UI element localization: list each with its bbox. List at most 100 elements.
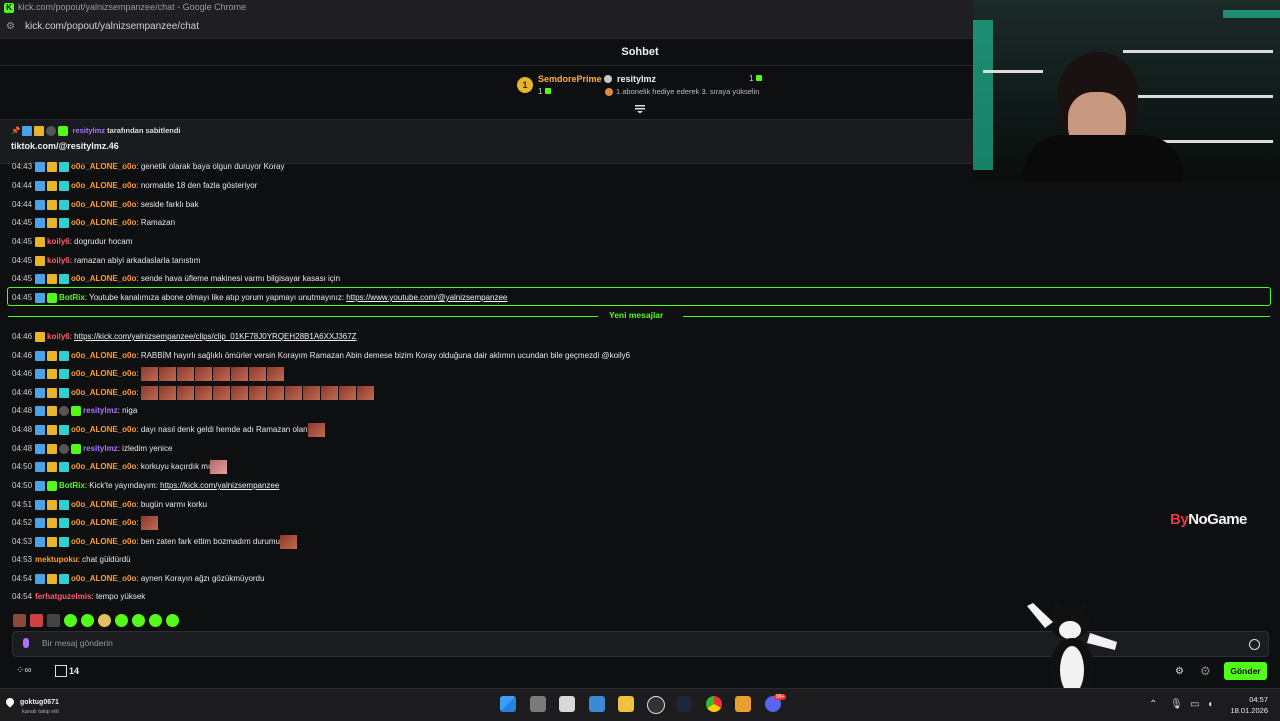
emote-icon[interactable] — [115, 614, 128, 628]
message-username[interactable]: resitylmz — [83, 406, 118, 415]
chat-message[interactable]: 04:54 o0o_ALONE_o0o: aynen Korayın ağzı g… — [12, 572, 264, 586]
message-username[interactable]: o0o_ALONE_o0o — [71, 351, 136, 360]
chat-message[interactable]: 04:52 o0o_ALONE_o0o: — [12, 516, 159, 530]
emote-icon[interactable] — [13, 614, 26, 628]
system-clock[interactable]: 04:57 18.01.2026 — [1228, 694, 1268, 716]
message-username[interactable]: o0o_ALONE_o0o — [71, 274, 136, 283]
photos-app-icon[interactable] — [589, 696, 605, 712]
chat-input-placeholder[interactable]: Bir mesaj gönderin — [42, 638, 113, 648]
chat-message[interactable]: 04:44 o0o_ALONE_o0o: normalde 18 den fazl… — [12, 179, 257, 193]
chat-emote-icon[interactable] — [284, 386, 302, 400]
chrome-icon[interactable] — [706, 696, 722, 712]
chat-emote-icon[interactable] — [212, 386, 230, 400]
chat-message[interactable]: 04:45 o0o_ALONE_o0o: sende hava üfleme ma… — [12, 272, 340, 286]
cog-icon[interactable]: ⚙ — [1200, 664, 1211, 678]
chat-message[interactable]: 04:45 BotRix: Youtube kanalımıza abone ol… — [12, 291, 507, 305]
chat-message[interactable]: 04:50 BotRix: Kick'te yayındayım: https:/… — [12, 479, 279, 493]
message-username[interactable]: o0o_ALONE_o0o — [71, 200, 136, 209]
file-explorer-icon[interactable] — [618, 696, 634, 712]
chat-emote-icon[interactable] — [158, 367, 176, 381]
message-username[interactable]: o0o_ALONE_o0o — [71, 537, 136, 546]
microphone-icon[interactable] — [23, 638, 29, 648]
chat-message[interactable]: 04:48 resitylmz: niga — [12, 404, 137, 418]
chat-emote-icon[interactable] — [176, 386, 194, 400]
message-username[interactable]: ferhatguzelmis — [35, 592, 91, 601]
message-username[interactable]: o0o_ALONE_o0o — [71, 388, 136, 397]
steam-icon[interactable] — [676, 696, 692, 712]
quick-emote-bar[interactable] — [13, 612, 183, 628]
message-username[interactable]: o0o_ALONE_o0o — [71, 518, 136, 527]
chat-message[interactable]: 04:45 o0o_ALONE_o0o: Ramazan — [12, 216, 175, 230]
emote-icon[interactable] — [47, 614, 60, 628]
message-username[interactable]: mektupoku — [35, 555, 78, 564]
second-leader-name[interactable]: resitylmz — [617, 74, 656, 84]
chat-emote-icon[interactable] — [158, 386, 176, 400]
chat-message[interactable]: 04:44 o0o_ALONE_o0o: seside farklı bak — [12, 198, 199, 212]
chat-emote-icon[interactable] — [302, 386, 320, 400]
chat-emote-icon[interactable] — [176, 367, 194, 381]
windows-start-icon[interactable] — [500, 696, 516, 712]
media-player-icon[interactable] — [735, 696, 751, 712]
chat-message[interactable]: 04:54 ferhatguzelmis: tempo yüksek — [12, 590, 145, 604]
chat-emote-icon[interactable] — [320, 386, 338, 400]
volume-tray-icon[interactable]: ◖ — [1207, 699, 1213, 710]
chat-emote-icon[interactable] — [248, 367, 266, 381]
emote-icon[interactable] — [132, 614, 145, 628]
chat-emote-icon[interactable] — [338, 386, 356, 400]
chat-message[interactable]: 04:51 o0o_ALONE_o0o: bugün varmı korku — [12, 498, 207, 512]
obs-icon[interactable] — [647, 696, 665, 714]
pinned-author[interactable]: resitylmz — [73, 126, 106, 135]
message-username[interactable]: koily6 — [47, 332, 70, 341]
chat-message[interactable]: 04:46 koily6: https://kick.com/yalnizsemp… — [12, 330, 357, 344]
send-button[interactable]: Gönder — [1224, 662, 1267, 680]
emote-icon[interactable] — [81, 614, 94, 628]
chat-message[interactable]: 04:53 mektupoku: chat güldürdü — [12, 553, 131, 567]
chat-emote-icon[interactable] — [212, 367, 230, 381]
chat-emote-icon[interactable] — [194, 386, 212, 400]
chat-message[interactable]: 04:45 koily6: ramazan abiyi arkadaslarla … — [12, 254, 200, 268]
chat-emote-icon[interactable] — [210, 460, 228, 474]
message-link[interactable]: https://www.youtube.com/@yalnizsempanzee — [346, 293, 507, 302]
message-username[interactable]: o0o_ALONE_o0o — [71, 425, 136, 434]
message-username[interactable]: BotRix — [59, 293, 85, 302]
chat-emote-icon[interactable] — [194, 367, 212, 381]
message-username[interactable]: resitylmz — [83, 444, 118, 453]
message-username[interactable]: o0o_ALONE_o0o — [71, 162, 136, 171]
emote-icon[interactable] — [64, 614, 77, 628]
chat-message[interactable]: 04:48 o0o_ALONE_o0o: dayı nasıl denk geld… — [12, 423, 326, 437]
message-username[interactable]: BotRix — [59, 481, 85, 490]
chat-emote-icon[interactable] — [266, 386, 284, 400]
microphone-tray-icon[interactable]: 🎙 — [1170, 699, 1183, 710]
snipping-tool-icon[interactable] — [559, 696, 575, 712]
chat-message[interactable]: 04:50 o0o_ALONE_o0o: korkuyu kaçırdık mı — [12, 460, 228, 474]
display-tray-icon[interactable]: ▭ — [1190, 699, 1199, 710]
message-username[interactable]: o0o_ALONE_o0o — [71, 181, 136, 190]
chat-emote-icon[interactable] — [140, 367, 158, 381]
chat-message[interactable]: 04:43 o0o_ALONE_o0o: genetik olarak baya … — [12, 160, 284, 174]
task-view-icon[interactable] — [530, 696, 546, 712]
message-username[interactable]: o0o_ALONE_o0o — [71, 500, 136, 509]
emote-icon[interactable] — [30, 614, 43, 628]
emote-icon[interactable] — [166, 614, 179, 628]
tray-chevron-icon[interactable]: ⌃ — [1149, 699, 1157, 710]
points-infinity-icon[interactable]: ⁘∞ — [16, 665, 32, 676]
expand-chevron-icon[interactable] — [634, 104, 646, 114]
chat-message[interactable]: 04:53 o0o_ALONE_o0o: ben zaten fark ettim… — [12, 535, 298, 549]
settings-gear-icon[interactable]: ⚙ — [1175, 666, 1184, 677]
chat-message[interactable]: 04:45 koily6: dogrudur hocam — [12, 235, 132, 249]
message-link[interactable]: https://kick.com/yalnizsempanzee — [160, 481, 279, 490]
gift-box-icon[interactable] — [55, 665, 67, 677]
message-username[interactable]: o0o_ALONE_o0o — [71, 462, 136, 471]
emote-icon[interactable] — [98, 614, 111, 628]
message-username[interactable]: o0o_ALONE_o0o — [71, 218, 136, 227]
chat-emote-icon[interactable] — [230, 386, 248, 400]
site-info-icon[interactable]: ⚙ — [6, 21, 15, 32]
message-username[interactable]: koily6 — [47, 237, 70, 246]
chat-emote-icon[interactable] — [356, 386, 374, 400]
message-username[interactable]: o0o_ALONE_o0o — [71, 574, 136, 583]
message-link[interactable]: https://kick.com/yalnizsempanzee/clips/c… — [74, 332, 356, 341]
emote-icon[interactable] — [149, 614, 162, 628]
chat-emote-icon[interactable] — [140, 516, 158, 530]
chat-emote-icon[interactable] — [307, 423, 325, 437]
chat-emote-icon[interactable] — [140, 386, 158, 400]
